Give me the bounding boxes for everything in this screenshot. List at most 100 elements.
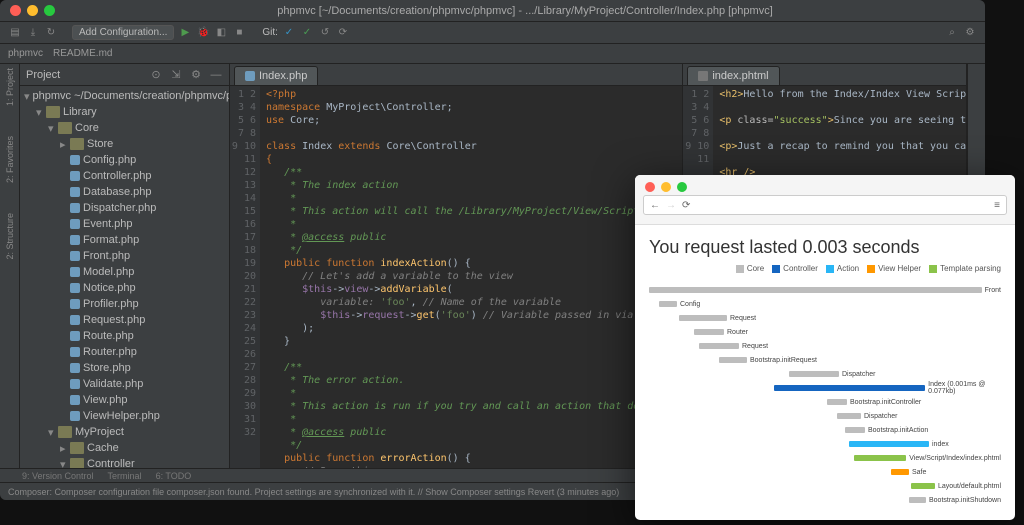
profiler-row: Layout/default.phtml <box>649 479 1001 493</box>
profiler-row: Dispatcher <box>649 409 1001 423</box>
gutter: 1 2 3 4 5 6 7 8 9 10 11 12 13 14 15 16 1… <box>230 86 260 468</box>
ide-toolbar: ▤ ⤓ ↻ Add Configuration... ▶ 🐞 ◧ ■ Git: … <box>0 22 985 44</box>
url-bar[interactable]: ← → ⟳ ≡ <box>643 195 1007 215</box>
legend-item: Core <box>736 264 764 273</box>
tree-node[interactable]: Request.php <box>20 312 229 328</box>
minimize-icon[interactable] <box>27 5 38 16</box>
tool-terminal[interactable]: Terminal <box>108 471 142 481</box>
status-text: Composer: Composer configuration file co… <box>8 487 619 497</box>
profiler-row: index <box>649 437 1001 451</box>
ide-titlebar: phpmvc [~/Documents/creation/phpmvc/phpm… <box>0 0 985 22</box>
tree-node[interactable]: ▾ Library <box>20 104 229 120</box>
debug-icon[interactable]: 🐞 <box>196 26 210 40</box>
back-icon[interactable]: ← <box>650 200 660 211</box>
profiler-row: Bootstrap.initShutdown <box>649 493 1001 507</box>
editor-left: Index.php 1 2 3 4 5 6 7 8 9 10 11 12 13 … <box>230 64 683 468</box>
settings-icon[interactable]: ⚙ <box>963 26 977 40</box>
window-title: phpmvc [~/Documents/creation/phpmvc/phpm… <box>65 5 985 17</box>
search-icon[interactable]: ⌕ <box>945 26 959 40</box>
profiler-row: Bootstrap.initAction <box>649 423 1001 437</box>
vcs-update-icon[interactable]: ✓ <box>282 26 296 40</box>
tree-node[interactable]: Dispatcher.php <box>20 200 229 216</box>
tree-node[interactable]: ▾ phpmvc ~/Documents/creation/phpmvc/php… <box>20 88 229 104</box>
tree-node[interactable]: Validate.php <box>20 376 229 392</box>
project-panel: Project ⊙ ⇲ ⚙ — ▾ phpmvc ~/Documents/cre… <box>20 64 230 468</box>
save-icon[interactable]: ⤓ <box>26 26 40 40</box>
run-config-dropdown[interactable]: Add Configuration... <box>72 25 174 40</box>
git-label: Git: <box>262 27 278 38</box>
tree-node[interactable]: Front.php <box>20 248 229 264</box>
project-panel-header: Project ⊙ ⇲ ⚙ — <box>20 64 229 86</box>
locate-icon[interactable]: ⊙ <box>149 68 163 82</box>
tree-node[interactable]: View.php <box>20 392 229 408</box>
rail-favorites[interactable]: 2: Favorites <box>5 136 15 183</box>
maximize-icon[interactable] <box>677 182 687 192</box>
left-tool-rail: 1: Project 2: Favorites 2: Structure <box>0 64 20 468</box>
rail-structure[interactable]: 2: Structure <box>5 213 15 260</box>
profiler-row: Index (0.001ms @ 0.077kb) <box>649 381 1001 395</box>
tree-node[interactable]: Event.php <box>20 216 229 232</box>
legend-item: Controller <box>772 264 818 273</box>
tree-node[interactable]: Route.php <box>20 328 229 344</box>
forward-icon[interactable]: → <box>666 200 676 211</box>
browser-window-controls[interactable] <box>635 175 1015 195</box>
tool-todo[interactable]: 6: TODO <box>156 471 192 481</box>
tree-node[interactable]: Notice.php <box>20 280 229 296</box>
vcs-push-icon[interactable]: ⟳ <box>336 26 350 40</box>
maximize-icon[interactable] <box>44 5 55 16</box>
nav-bar: phpmvc README.md <box>0 44 985 64</box>
vcs-history-icon[interactable]: ↺ <box>318 26 332 40</box>
tree-node[interactable]: Config.php <box>20 152 229 168</box>
tree-node[interactable]: Profiler.php <box>20 296 229 312</box>
browser-viewport: You request lasted 0.003 seconds Core Con… <box>635 225 1015 520</box>
minimize-icon[interactable] <box>661 182 671 192</box>
tree-node[interactable]: ViewHelper.php <box>20 408 229 424</box>
profiler-legend: CoreControllerActionView HelperTemplate … <box>649 264 1001 273</box>
menu-icon[interactable]: ≡ <box>994 200 1000 211</box>
profiler-row: Bootstrap.initController <box>649 395 1001 409</box>
tool-vcs[interactable]: 9: Version Control <box>22 471 94 481</box>
profiler-row: Router <box>649 325 1001 339</box>
profiler-row: Safe <box>649 465 1001 479</box>
tree-node[interactable]: Model.php <box>20 264 229 280</box>
tree-node[interactable]: ▾ Controller <box>20 456 229 468</box>
profiler-chart: FrontConfigRequestRouterRequestBootstrap… <box>649 283 1001 507</box>
page-title: You request lasted 0.003 seconds <box>649 237 1001 258</box>
vcs-commit-icon[interactable]: ✓ <box>300 26 314 40</box>
gear-icon[interactable]: ⚙ <box>189 68 203 82</box>
close-icon[interactable] <box>10 5 21 16</box>
tree-node[interactable]: Format.php <box>20 232 229 248</box>
nav-project[interactable]: phpmvc <box>8 48 43 59</box>
tree-node[interactable]: Controller.php <box>20 168 229 184</box>
legend-item: Template parsing <box>929 264 1001 273</box>
panel-title: Project <box>26 69 60 81</box>
reload-icon[interactable]: ⟳ <box>682 200 690 211</box>
tab-index-phtml[interactable]: index.phtml <box>687 66 779 85</box>
close-icon[interactable] <box>645 182 655 192</box>
open-icon[interactable]: ▤ <box>8 26 22 40</box>
run-icon[interactable]: ▶ <box>178 26 192 40</box>
tree-node[interactable]: ▾ MyProject <box>20 424 229 440</box>
profiler-row: View/Script/Index/index.phtml <box>649 451 1001 465</box>
coverage-icon[interactable]: ◧ <box>214 26 228 40</box>
legend-item: Action <box>826 264 859 273</box>
profiler-row: Config <box>649 297 1001 311</box>
tree-node[interactable]: Database.php <box>20 184 229 200</box>
tab-index-php[interactable]: Index.php <box>234 66 318 85</box>
window-controls[interactable] <box>0 0 65 22</box>
nav-readme[interactable]: README.md <box>53 48 112 59</box>
tree-node[interactable]: ▸ Cache <box>20 440 229 456</box>
stop-icon[interactable]: ■ <box>232 26 246 40</box>
profiler-row: Request <box>649 311 1001 325</box>
project-tree[interactable]: ▾ phpmvc ~/Documents/creation/phpmvc/php… <box>20 86 229 468</box>
refresh-icon[interactable]: ↻ <box>44 26 58 40</box>
tree-node[interactable]: Router.php <box>20 344 229 360</box>
code-area[interactable]: <?php namespace MyProject\Controller; us… <box>260 86 682 468</box>
collapse-icon[interactable]: ⇲ <box>169 68 183 82</box>
tree-node[interactable]: ▾ Core <box>20 120 229 136</box>
hide-icon[interactable]: — <box>209 68 223 82</box>
tree-node[interactable]: ▸ Store <box>20 136 229 152</box>
tree-node[interactable]: Store.php <box>20 360 229 376</box>
rail-project[interactable]: 1: Project <box>5 68 15 106</box>
profiler-row: Request <box>649 339 1001 353</box>
